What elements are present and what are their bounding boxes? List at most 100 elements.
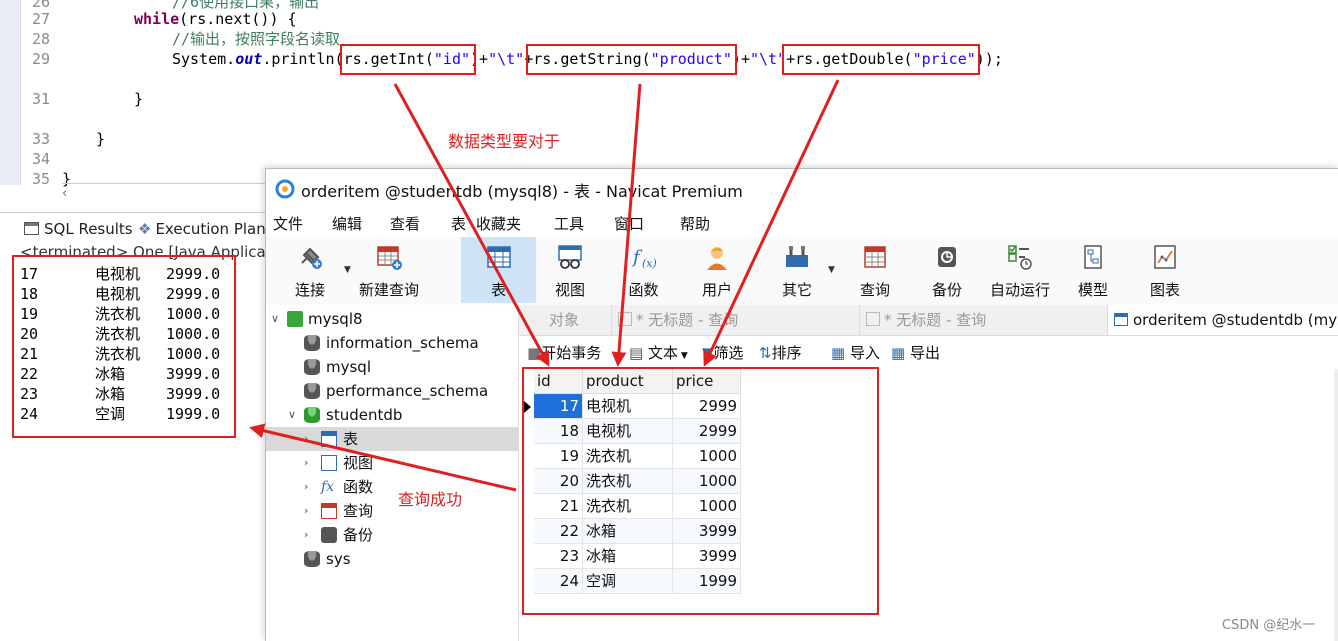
button-label: 导出 (909, 344, 940, 362)
sort-button[interactable]: ⇅排序 (759, 342, 802, 363)
button-label: 导入 (849, 344, 880, 362)
code-comment: //输出，按照字段名读取 (172, 30, 341, 48)
chevron-right-icon[interactable]: › (304, 451, 318, 475)
tree-node-mysql8[interactable]: ∨ mysql8 (266, 307, 518, 331)
menu-table[interactable]: 表 (451, 213, 466, 234)
function-icon: f (x) (631, 247, 657, 270)
chart-button[interactable]: 图表 (1134, 237, 1196, 303)
tab-objects[interactable]: 对象 (549, 305, 579, 335)
tree-label: studentdb (326, 406, 403, 424)
checklist-icon (1008, 245, 1032, 270)
model-button[interactable]: 模型 (1062, 237, 1124, 303)
navicat-logo-icon (275, 179, 295, 199)
chevron-right-icon[interactable]: › (304, 499, 318, 523)
plug-icon (301, 247, 322, 269)
export-button[interactable]: ▦ 导出 (891, 342, 940, 363)
filter-button[interactable]: ▼筛选 (702, 342, 744, 363)
chevron-down-icon[interactable]: ▼ (344, 265, 351, 275)
tab-untitled-query-1[interactable]: * 无标题 - 查询 (611, 305, 863, 335)
code-text: System. (172, 50, 236, 68)
tab-untitled-query-2[interactable]: * 无标题 - 查询 (859, 305, 1111, 335)
toolbar-label: 用户 (701, 281, 732, 299)
code-line-33: } (96, 130, 106, 148)
begin-transaction-button[interactable]: ■开始事务 (527, 342, 601, 363)
chevron-right-icon[interactable]: › (304, 427, 318, 451)
svg-text:(x): (x) (642, 257, 657, 270)
query-icon (618, 312, 632, 326)
menu-window[interactable]: 窗口 (614, 213, 644, 234)
tools-icon (786, 246, 808, 267)
toolbar-label: 图表 (1149, 281, 1180, 299)
tree-node-database[interactable]: information_schema (266, 331, 518, 355)
menu-file[interactable]: 文件 (273, 213, 303, 234)
tab-orderitem[interactable]: orderitem @studentdb (mys (1107, 305, 1338, 335)
toolbar-label: 函数 (628, 281, 659, 299)
button-label: 筛选 (713, 344, 744, 362)
tab-label: Execution Plan (155, 220, 266, 238)
chevron-down-icon[interactable]: ∨ (288, 403, 302, 427)
chevron-right-icon[interactable]: › (304, 523, 318, 547)
toolbar-label: 连接 (294, 281, 325, 299)
keyword: while (134, 10, 180, 28)
backup-button[interactable]: 备份 (916, 237, 978, 303)
tree-node-tables[interactable]: › 表 (266, 427, 518, 451)
new-query-button[interactable]: 新建查询 (354, 237, 424, 303)
connection-button[interactable]: 连接 (280, 237, 340, 303)
function-button[interactable]: f (x) 函数 (611, 237, 676, 303)
watermark: CSDN @纪水一 (1222, 618, 1316, 633)
chevron-down-icon[interactable]: ▼ (828, 265, 835, 275)
tree-node-database[interactable]: mysql (266, 355, 518, 379)
view-button[interactable]: 视图 (539, 237, 601, 303)
title-bar: orderitem @studentdb (mysql8) - 表 - Navi… (266, 169, 1338, 207)
line-number: 27 (31, 10, 50, 28)
highlight-console-output (12, 255, 236, 438)
code-editor[interactable]: 26 27 28 29 31 33 34 35 //6使用接口果，输出 whil… (0, 0, 1338, 201)
table-icon (486, 246, 511, 268)
chevron-right-icon[interactable]: › (304, 475, 318, 499)
database-icon (304, 335, 320, 351)
document-tabs: 对象 * 无标题 - 查询 * 无标题 - 查询 orderitem @stud… (519, 305, 1338, 336)
query-icon (321, 503, 337, 519)
database-icon (304, 359, 320, 375)
code-string: "\t" (488, 50, 525, 68)
tree-label: 表 (343, 430, 359, 448)
editor-gutter (0, 0, 21, 185)
toolbar-label: 其它 (781, 281, 812, 299)
tree-node-studentdb[interactable]: ∨ studentdb (266, 403, 518, 427)
tree-node-database[interactable]: performance_schema (266, 379, 518, 403)
menu-favorites[interactable]: 收藏夹 (476, 213, 521, 234)
chart-icon (1154, 245, 1176, 269)
menu-tools[interactable]: 工具 (554, 213, 584, 234)
import-button[interactable]: ▦ 导入 (831, 342, 880, 363)
table-icon (321, 431, 337, 447)
annotation-type-note: 数据类型要对于 (448, 132, 561, 151)
model-icon (1084, 245, 1102, 269)
toolbar-label: 新建查询 (358, 281, 419, 299)
user-button[interactable]: 用户 (686, 237, 748, 303)
chevron-down-icon[interactable]: ∨ (271, 307, 285, 331)
automation-button[interactable]: 自动运行 (986, 237, 1054, 303)
text-button[interactable]: ▤ 文本 ▼ (629, 342, 688, 363)
scroll-left-icon[interactable]: ‹ (62, 186, 67, 201)
tree-node-backups[interactable]: › 备份 (266, 523, 518, 547)
tree-node-functions[interactable]: › fx 函数 (266, 475, 518, 499)
grid-vertical-scrollbar[interactable] (1334, 369, 1338, 641)
query-button[interactable]: 查询 (844, 237, 906, 303)
tree-label: 函数 (343, 478, 374, 496)
tree-node-database[interactable]: sys (266, 547, 518, 571)
tab-execution-plan[interactable]: ❖ Execution Plan (138, 220, 266, 238)
menu-edit[interactable]: 编辑 (332, 213, 362, 234)
other-button[interactable]: 其它 (766, 237, 828, 303)
menu-help[interactable]: 帮助 (680, 213, 710, 234)
tree-node-views[interactable]: › 视图 (266, 451, 518, 475)
line-number: 35 (31, 170, 50, 188)
tab-sql-results[interactable]: SQL Results (24, 220, 133, 238)
tree-node-queries[interactable]: › 查询 (266, 499, 518, 523)
table-button[interactable]: 表 (461, 237, 536, 303)
filter-icon: ▼ (702, 344, 714, 362)
view-icon (321, 455, 337, 471)
toolbar-label: 查询 (859, 281, 890, 299)
code-line-27: while(rs.next()) { (134, 9, 297, 29)
button-label: 开始事务 (541, 344, 602, 362)
menu-view[interactable]: 查看 (390, 213, 420, 234)
